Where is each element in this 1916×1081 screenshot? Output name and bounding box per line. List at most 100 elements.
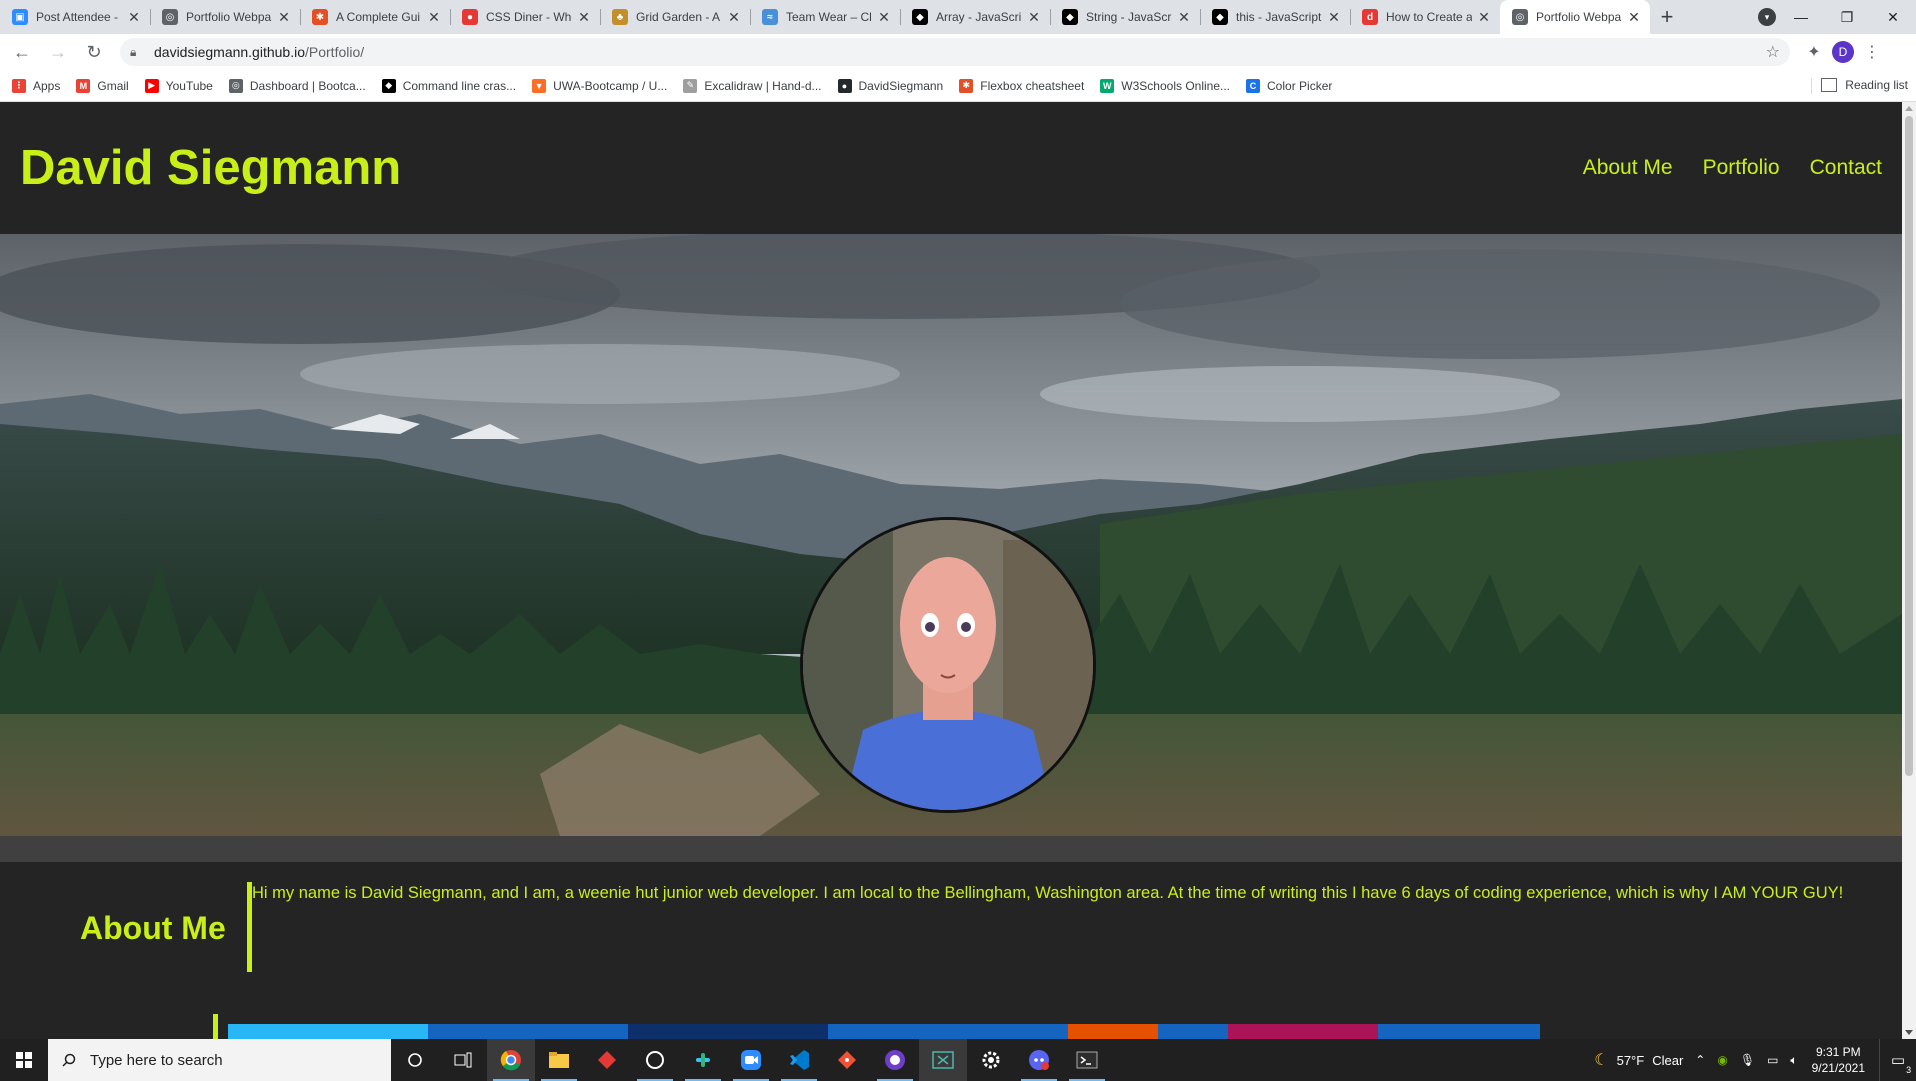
browser-tab[interactable]: ♣ Grid Garden - A ✕ bbox=[600, 0, 750, 34]
git-icon[interactable] bbox=[823, 1039, 871, 1081]
browser-tab[interactable]: ▣ Post Attendee - ✕ bbox=[0, 0, 150, 34]
cortana-icon[interactable] bbox=[391, 1039, 439, 1081]
bookmark-item[interactable]: ◆ Command line cras... bbox=[374, 78, 524, 93]
browser-tab[interactable]: ◆ Array - JavaScrip ✕ bbox=[900, 0, 1050, 34]
address-bar[interactable]: 🔒︎ davidsiegmann.github.io/Portfolio/ ☆ bbox=[120, 38, 1790, 66]
extensions-icon[interactable]: ✦ bbox=[1800, 42, 1828, 62]
tab-close-icon[interactable]: ✕ bbox=[726, 9, 742, 26]
tab-search-icon[interactable]: ▾ bbox=[1758, 8, 1776, 26]
tab-close-icon[interactable]: ✕ bbox=[1476, 9, 1492, 26]
reload-icon[interactable]: ↻ bbox=[80, 38, 108, 66]
back-icon[interactable]: ← bbox=[8, 38, 36, 66]
close-window-icon[interactable]: ✕ bbox=[1870, 9, 1916, 26]
github-icon[interactable] bbox=[871, 1039, 919, 1081]
tab-title: How to Create a bbox=[1386, 10, 1472, 24]
vscode-icon[interactable] bbox=[775, 1039, 823, 1081]
notification-center-icon[interactable]: ▭ 3 bbox=[1879, 1039, 1916, 1081]
browser-toolbar: ← → ↻ 🔒︎ davidsiegmann.github.io/Portfol… bbox=[0, 34, 1916, 70]
discord-icon[interactable] bbox=[1015, 1039, 1063, 1081]
browser-tab[interactable]: ◎ Portfolio Webpa ✕ bbox=[150, 0, 300, 34]
volume-icon[interactable]: 🔈︎ bbox=[1790, 1053, 1797, 1068]
scroll-down-arrow-icon[interactable] bbox=[1905, 1030, 1913, 1035]
moon-icon: ☾ bbox=[1594, 1052, 1609, 1069]
tab-close-icon[interactable]: ✕ bbox=[276, 9, 292, 26]
microphone-icon[interactable]: 🎙︎ bbox=[1740, 1053, 1755, 1067]
weather-desc: Clear bbox=[1652, 1052, 1684, 1068]
task-view-icon[interactable] bbox=[439, 1039, 487, 1081]
bookmark-favicon-icon: ✎ bbox=[683, 78, 698, 93]
nav-link-about-me[interactable]: About Me bbox=[1583, 156, 1673, 180]
tab-close-icon[interactable]: ✕ bbox=[126, 9, 142, 26]
browser-tab[interactable]: ◎ Portfolio Webpa ✕ bbox=[1500, 0, 1650, 34]
site-header: David Siegmann About Me Portfolio Contac… bbox=[0, 102, 1902, 234]
bookmark-label: Excalidraw | Hand-d... bbox=[704, 78, 822, 93]
taskbar-clock[interactable]: 9:31 PM 9/21/2021 bbox=[1812, 1044, 1865, 1076]
start-button[interactable] bbox=[0, 1039, 48, 1081]
bookmark-item[interactable]: ▼ UWA-Bootcamp / U... bbox=[524, 78, 675, 93]
nvidia-icon[interactable]: ◉ bbox=[1717, 1053, 1727, 1067]
tab-close-icon[interactable]: ✕ bbox=[1626, 9, 1642, 26]
bookmark-label: DavidSiegmann bbox=[858, 78, 944, 93]
slack-icon[interactable] bbox=[679, 1039, 727, 1081]
forward-icon[interactable]: → bbox=[44, 38, 72, 66]
nav-link-contact[interactable]: Contact bbox=[1810, 156, 1882, 180]
bookmark-label: Command line cras... bbox=[402, 78, 517, 93]
browser-tab[interactable]: ✱ A Complete Gui ✕ bbox=[300, 0, 450, 34]
reading-list-button[interactable]: Reading list bbox=[1811, 78, 1908, 94]
network-icon[interactable]: ▭ bbox=[1767, 1053, 1778, 1067]
chevron-up-icon[interactable]: ⌃ bbox=[1695, 1053, 1705, 1067]
bookmark-item[interactable]: ▶ YouTube bbox=[137, 78, 221, 93]
bookmark-favicon-icon: ▼ bbox=[532, 78, 547, 93]
scroll-up-arrow-icon[interactable] bbox=[1905, 106, 1913, 111]
minimize-icon[interactable]: — bbox=[1778, 9, 1824, 25]
weather-widget[interactable]: ☾ 57°F Clear bbox=[1594, 1050, 1683, 1070]
tab-close-icon[interactable]: ✕ bbox=[1176, 9, 1192, 26]
lock-icon[interactable]: 🔒︎ bbox=[130, 45, 144, 59]
window-controls: — ❐ ✕ bbox=[1778, 0, 1916, 34]
bookmark-item[interactable]: ● DavidSiegmann bbox=[830, 78, 952, 93]
nav-link-portfolio[interactable]: Portfolio bbox=[1703, 156, 1780, 180]
settings-icon[interactable] bbox=[967, 1039, 1015, 1081]
tab-close-icon[interactable]: ✕ bbox=[1326, 9, 1342, 26]
windows-logo-icon bbox=[16, 1052, 32, 1068]
bookmark-favicon-icon: C bbox=[1246, 78, 1261, 93]
clock-time: 9:31 PM bbox=[1815, 1045, 1861, 1059]
browser-tab[interactable]: ● CSS Diner - Whe ✕ bbox=[450, 0, 600, 34]
page-scrollbar[interactable] bbox=[1902, 102, 1916, 1039]
bookmarks-bar: ⋮ Apps M Gmail ▶ YouTube ◎ Dashboard | Bootca..… bbox=[0, 70, 1916, 102]
bookmark-star-icon[interactable]: ☆ bbox=[1766, 42, 1780, 62]
bookmark-label: Gmail bbox=[97, 78, 129, 93]
restore-icon[interactable]: ❐ bbox=[1824, 9, 1870, 26]
tab-close-icon[interactable]: ✕ bbox=[576, 9, 592, 26]
taskbar-search-box[interactable]: Type here to search bbox=[48, 1039, 391, 1081]
browser-tab[interactable]: d How to Create a ✕ bbox=[1350, 0, 1500, 34]
new-tab-button[interactable]: + bbox=[1650, 0, 1684, 34]
bookmark-label: UWA-Bootcamp / U... bbox=[553, 78, 668, 93]
tab-close-icon[interactable]: ✕ bbox=[1026, 9, 1042, 26]
tab-close-icon[interactable]: ✕ bbox=[876, 9, 892, 26]
browser-tab[interactable]: ◆ String - JavaScri ✕ bbox=[1050, 0, 1200, 34]
bookmark-item[interactable]: ✎ Excalidraw | Hand-d... bbox=[675, 78, 829, 93]
browser-tab[interactable]: ≈ Team Wear – Cl ✕ bbox=[750, 0, 900, 34]
menu-kebab-icon[interactable]: ⋮ bbox=[1858, 42, 1886, 62]
bookmark-item[interactable]: ◎ Dashboard | Bootca... bbox=[221, 78, 374, 93]
profile-avatar[interactable]: D bbox=[1832, 41, 1854, 63]
browser-tab[interactable]: ◆ this - JavaScript ✕ bbox=[1200, 0, 1350, 34]
bookmark-item[interactable]: C Color Picker bbox=[1238, 78, 1340, 93]
file-explorer-icon[interactable] bbox=[535, 1039, 583, 1081]
red-diamond-app-icon[interactable] bbox=[583, 1039, 631, 1081]
scrollbar-thumb[interactable] bbox=[1905, 116, 1913, 776]
bookmark-item[interactable]: ⋮ Apps bbox=[4, 78, 68, 93]
portfolio-project-image[interactable] bbox=[228, 1024, 1540, 1039]
excel-alt-icon[interactable] bbox=[919, 1039, 967, 1081]
github-desktop-icon[interactable] bbox=[631, 1039, 679, 1081]
bookmark-label: YouTube bbox=[165, 78, 213, 93]
terminal-icon[interactable] bbox=[1063, 1039, 1111, 1081]
bookmark-item[interactable]: M Gmail bbox=[68, 78, 136, 93]
bookmark-item[interactable]: W W3Schools Online... bbox=[1092, 78, 1238, 93]
bookmark-item[interactable]: ✱ Flexbox cheatsheet bbox=[951, 78, 1092, 93]
bookmark-label: Color Picker bbox=[1267, 78, 1333, 93]
tab-close-icon[interactable]: ✕ bbox=[426, 9, 442, 26]
zoom-icon[interactable] bbox=[727, 1039, 775, 1081]
chrome-icon[interactable] bbox=[487, 1039, 535, 1081]
